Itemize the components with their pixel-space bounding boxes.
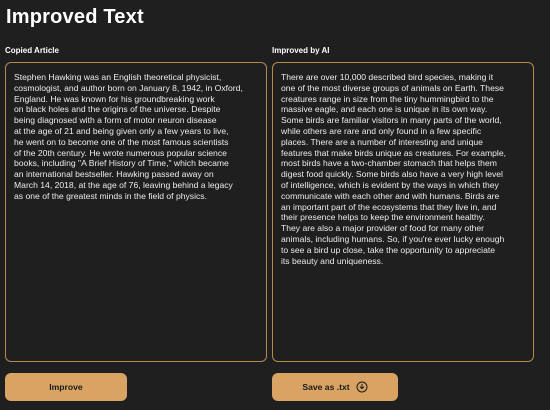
save-button-label: Save as .txt [302, 382, 350, 392]
improved-text-output: There are over 10,000 described bird spe… [272, 62, 534, 362]
download-circle-icon [356, 381, 368, 393]
copied-article-label: Copied Article [5, 46, 59, 55]
improve-button[interactable]: Improve [5, 373, 127, 401]
improve-button-label: Improve [49, 382, 83, 392]
page-title: Improved Text [6, 6, 144, 28]
save-as-txt-button[interactable]: Save as .txt [272, 373, 398, 401]
copied-article-textarea[interactable]: Stephen Hawking was an English theoretic… [5, 62, 267, 362]
improved-by-ai-label: Improved by AI [272, 46, 330, 55]
